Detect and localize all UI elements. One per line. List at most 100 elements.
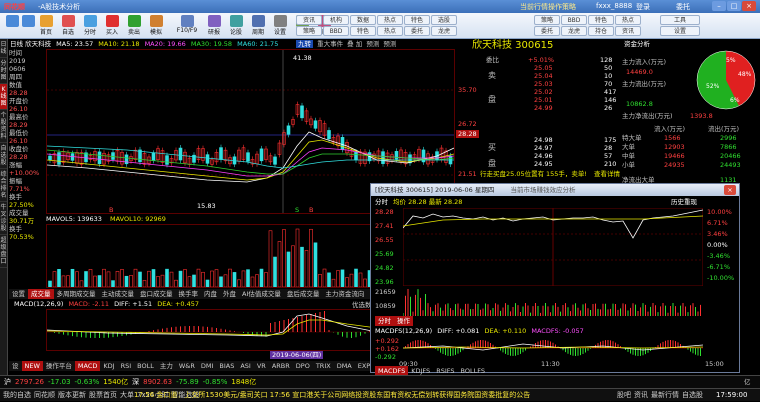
toolbar-home[interactable]: 首页 [36, 14, 56, 38]
toolbar-right-b1[interactable]: BBD [323, 26, 349, 36]
toolbar-right-2[interactable]: 数据 [350, 15, 376, 25]
indicator-tab-14[interactable]: DPO [293, 361, 313, 371]
toolbar-timeshare[interactable]: 分时 [80, 14, 100, 38]
indicator-tab-15[interactable]: TRIX [313, 361, 334, 371]
volume-tab-1[interactable]: 成交量 [28, 289, 54, 299]
indicator-tab-1[interactable]: NEW [21, 361, 43, 371]
toolbar-dragon[interactable]: 龙虎 [561, 26, 587, 36]
indicator-tab-10[interactable]: BIAS [216, 361, 237, 371]
volume-tab-5[interactable]: 换手率 [176, 289, 202, 299]
toolbar-sell[interactable]: 卖出 [124, 14, 144, 38]
bottom-link-4[interactable]: 大单 [120, 391, 134, 399]
toolbar-bbd[interactable]: BBD [561, 15, 587, 25]
indicator-tab-12[interactable]: VR [254, 361, 269, 371]
tool-predict-a[interactable]: 预测 [366, 40, 379, 48]
left-tab-0[interactable]: 日线 [0, 39, 7, 58]
toolbar-buy[interactable]: 买入 [102, 14, 122, 38]
toolbar-right-4[interactable]: 特色 [404, 15, 430, 25]
mini-tab-1[interactable]: 操作 [394, 316, 413, 326]
toolbar-entrust[interactable]: 委托 [534, 26, 560, 36]
toolbar-right-6[interactable]: 工具 [660, 15, 700, 25]
toolbar-right-1[interactable]: 机构 [323, 15, 349, 25]
indicator-tab-16[interactable]: DMA [334, 361, 355, 371]
toolbar-right-b3[interactable]: 热点 [377, 26, 403, 36]
toolbar-forward[interactable] [18, 14, 38, 38]
mini-tab-0[interactable]: 分时 [375, 316, 394, 326]
toolbar-position[interactable]: 持仓 [588, 26, 614, 36]
volume-tab-2[interactable]: 多周期成交量 [54, 289, 99, 299]
history-replay-button[interactable]: 历史重现 [671, 198, 697, 206]
bottom-link-3[interactable]: 股票首页 [89, 391, 117, 399]
left-tab-3[interactable]: 个股资料 [0, 110, 7, 143]
indicator-tab-7[interactable]: 主力 [157, 361, 176, 371]
bottom-right-link-0[interactable]: 股吧 [617, 391, 631, 399]
toolbar-right-3[interactable]: 热点 [377, 15, 403, 25]
tool-predict-b[interactable]: 预测 [383, 40, 396, 48]
tool-overlay-b[interactable]: 加 [356, 40, 363, 48]
volume-tab-6[interactable]: 内盘 [201, 289, 220, 299]
toolbar-watchlist[interactable]: 自选 [58, 14, 78, 38]
left-tab-1[interactable]: 分时图 [0, 58, 7, 84]
close-button[interactable]: × [742, 1, 756, 11]
left-tab-2[interactable]: K线图 [0, 84, 7, 110]
toolbar-right-0[interactable]: 资讯 [296, 15, 322, 25]
minimize-button[interactable]: – [712, 1, 726, 11]
indicator-tab-6[interactable]: BOLL [134, 361, 157, 371]
toolbar-strategy[interactable]: 策略 [534, 15, 560, 25]
tool-nine[interactable]: 九转 [296, 40, 313, 48]
toolbar-hot[interactable]: 热点 [615, 15, 641, 25]
toolbar-right-b5[interactable]: 龙虎 [431, 26, 457, 36]
volume-tab-8[interactable]: AI估值成交量 [239, 289, 284, 299]
toolbar-feature[interactable]: 特色 [588, 15, 614, 25]
toolbar-f10[interactable]: F10/F9 [172, 14, 202, 38]
toolbar-settings[interactable]: 设置 [270, 14, 290, 38]
volume-tab-9[interactable]: 盘后成交量 [284, 289, 323, 299]
left-tab-5[interactable]: 综合排名 [0, 169, 7, 202]
left-tab-7[interactable]: 超级盘口 [0, 235, 7, 268]
toolbar-right-b2[interactable]: 特色 [350, 26, 376, 36]
volume-tab-10[interactable]: 主力资金流向 [322, 289, 367, 299]
tool-events[interactable]: 重大事件 [317, 40, 343, 48]
toolbar-forum[interactable]: 论股 [226, 14, 246, 38]
toolbar-right-b0[interactable]: 策略 [296, 26, 322, 36]
volume-tab-3[interactable]: 主动成交量 [99, 289, 138, 299]
strategy-link[interactable]: 当前行情操作策略 [520, 2, 576, 12]
intraday-close-button[interactable]: × [724, 185, 736, 195]
toolbar-right-5[interactable]: 选股 [431, 15, 457, 25]
left-tab-6[interactable]: 牛叉诊股 [0, 202, 7, 235]
user-name[interactable]: fxxx_8888 [596, 2, 632, 10]
toolbar-research[interactable]: 研报 [204, 14, 224, 38]
intraday-window[interactable]: [欣天科技 300615] 2019-06-06 星期四 当前市场赚钱效应分析 … [370, 183, 740, 376]
indicator-tab-8[interactable]: W&R [176, 361, 198, 371]
news-ticker[interactable]: 17:56 金口道：上交所1530美元/盎司关口 17:56 宣口港关于公司网络… [134, 389, 530, 402]
bottom-link-2[interactable]: 版本更新 [58, 391, 86, 399]
toolbar-right-7[interactable]: 设置 [660, 26, 700, 36]
intraday-titlebar[interactable]: [欣天科技 300615] 2019-06-06 星期四 当前市场赚钱效应分析 … [371, 184, 739, 196]
indicator-tab-9[interactable]: DMI [198, 361, 217, 371]
indicator-tab-5[interactable]: RSI [118, 361, 135, 371]
trade-link[interactable]: 委托 [676, 2, 690, 12]
toolbar-period[interactable]: 周期 [248, 14, 268, 38]
indicator-tab-0[interactable]: 设 [9, 361, 22, 371]
toolbar-simulate[interactable]: 模拟 [146, 14, 166, 38]
volume-tab-0[interactable]: 设置 [9, 289, 28, 299]
bottom-right-link-3[interactable]: 自选股 [682, 391, 703, 399]
indicator-tab-2[interactable]: 操作平台 [43, 361, 75, 371]
indicator-tab-13[interactable]: ARBR [269, 361, 293, 371]
maximize-button[interactable]: □ [727, 1, 741, 11]
left-tab-4[interactable]: 自选股 [0, 143, 7, 169]
bottom-right-link-2[interactable]: 最新行情 [651, 391, 679, 399]
login-link[interactable]: 登录 [636, 2, 650, 12]
indicator-tab-11[interactable]: ASI [237, 361, 254, 371]
toolbar-news[interactable]: 资讯 [615, 26, 641, 36]
volume-tab-4[interactable]: 盘口成交量 [137, 289, 176, 299]
bottom-right-link-1[interactable]: 资讯 [634, 391, 648, 399]
board-footer-c[interactable]: 查看详情 [594, 170, 620, 178]
indicator-tab-3[interactable]: MACD [74, 361, 101, 371]
indicator-tab-4[interactable]: KDJ [100, 361, 117, 371]
bottom-link-0[interactable]: 我的自选 [3, 391, 31, 399]
bottom-link-1[interactable]: 同花顺 [34, 391, 55, 399]
tool-overlay-a[interactable]: 叠 [347, 40, 354, 48]
toolbar-right-b4[interactable]: 委托 [404, 26, 430, 36]
volume-tab-7[interactable]: 外盘 [220, 289, 239, 299]
